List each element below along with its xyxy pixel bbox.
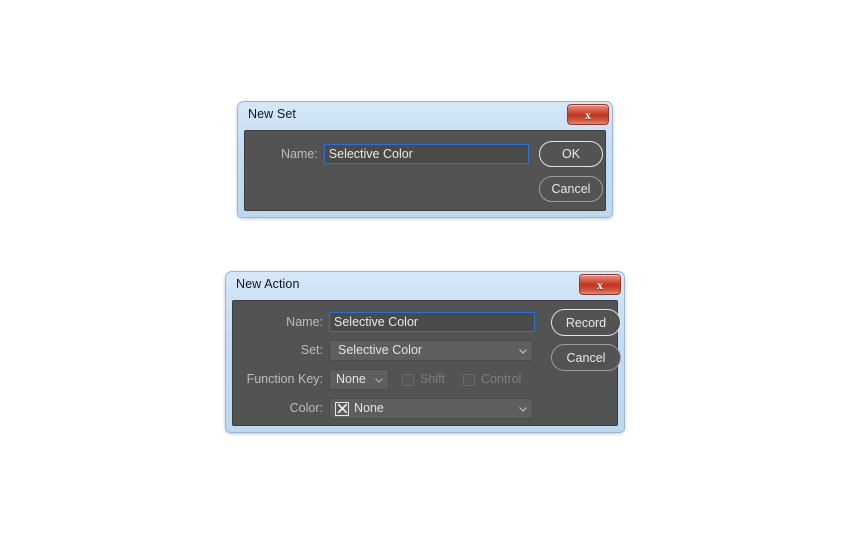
checkbox-icon (463, 373, 476, 386)
new-action-function-key-label: Function Key: (246, 372, 323, 387)
new-action-function-key-row: Function Key: None Shift Control (233, 369, 541, 390)
none-color-icon (335, 401, 349, 416)
new-action-panel: Name: Set: Selective Color Function Key:… (232, 300, 621, 426)
new-action-set-dropdown[interactable]: Selective Color (329, 340, 533, 361)
new-action-control-label: Control (481, 372, 522, 387)
new-action-shift-label: Shift (420, 372, 446, 387)
new-action-name-row: Name: (233, 312, 541, 332)
new-set-cancel-button[interactable]: Cancel (539, 176, 603, 202)
new-action-function-key-value: None (336, 373, 366, 386)
new-set-title: New Set (248, 107, 296, 122)
new-set-panel: Name: OK Cancel (244, 130, 606, 211)
new-action-titlebar[interactable]: New Action x (226, 272, 624, 297)
checkbox-icon (402, 373, 414, 386)
new-action-set-label: Set: (300, 343, 323, 358)
new-action-color-row: Color: None (233, 398, 541, 419)
new-action-cancel-button[interactable]: Cancel (551, 344, 621, 371)
chevron-down-icon (374, 375, 383, 384)
close-glyph: x (585, 107, 591, 122)
new-set-name-input[interactable] (323, 144, 529, 164)
new-action-name-input[interactable] (329, 312, 535, 332)
new-action-function-key-dropdown[interactable]: None (329, 369, 389, 390)
chevron-down-icon (518, 346, 527, 355)
close-icon[interactable]: x (579, 274, 621, 295)
new-action-dialog: New Action x Name: Set: Selective Color (225, 271, 625, 433)
new-set-ok-button[interactable]: OK (539, 141, 603, 167)
new-action-color-dropdown[interactable]: None (329, 398, 533, 419)
new-set-name-row: Name: (245, 144, 529, 164)
new-set-dialog: New Set x Name: OK Cancel (237, 101, 613, 218)
new-action-record-button[interactable]: Record (551, 309, 621, 336)
new-action-color-label: Color: (289, 401, 323, 416)
new-action-set-value: Selective Color (338, 344, 423, 357)
new-action-control-checkbox[interactable]: Control (463, 373, 521, 386)
new-action-title: New Action (236, 277, 300, 292)
new-action-color-value: None (354, 402, 384, 415)
chevron-down-icon (518, 404, 527, 413)
new-set-titlebar[interactable]: New Set x (238, 102, 612, 127)
close-glyph: x (597, 277, 603, 292)
close-icon[interactable]: x (567, 104, 609, 125)
new-action-shift-checkbox[interactable]: Shift (402, 373, 445, 386)
new-action-name-label: Name: (286, 314, 323, 329)
new-set-name-label: Name: (280, 146, 318, 161)
new-action-set-row: Set: Selective Color (233, 340, 541, 361)
